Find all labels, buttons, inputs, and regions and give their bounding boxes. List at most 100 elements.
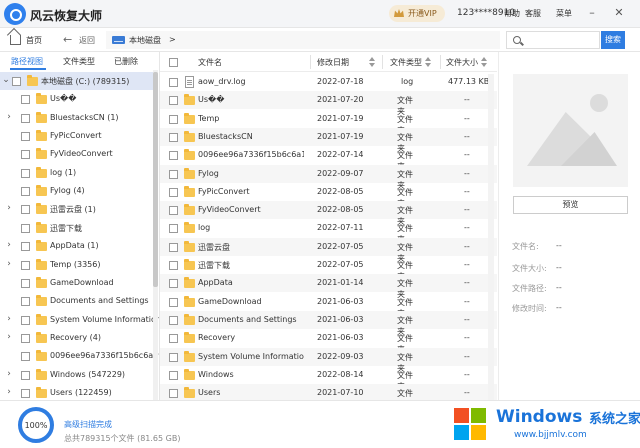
tab-deleted[interactable]: 已删除 <box>114 56 138 67</box>
back-button[interactable]: ← 返回 <box>63 34 103 48</box>
row-checkbox[interactable] <box>169 297 178 307</box>
tree-item[interactable]: › Recovery (4) <box>0 329 158 347</box>
row-checkbox[interactable] <box>169 114 178 124</box>
row-checkbox[interactable] <box>169 206 178 216</box>
file-row[interactable]: GameDownload2021-06-03文件夹-- <box>160 293 497 318</box>
row-checkbox[interactable] <box>169 132 178 142</box>
column-type[interactable]: 文件类型 <box>390 57 422 68</box>
row-checkbox[interactable] <box>169 334 178 344</box>
tree-item[interactable]: 0096ee96a7336f15b6c6a1938 <box>0 347 159 365</box>
tree-checkbox[interactable] <box>21 242 30 252</box>
search-button[interactable]: 搜索 <box>601 31 625 49</box>
tree-item[interactable]: › BluestacksCN (1) <box>0 109 158 127</box>
row-checkbox[interactable] <box>169 352 178 362</box>
help-link[interactable]: 帮助 <box>504 8 520 19</box>
row-checkbox[interactable] <box>169 151 178 161</box>
breadcrumb-item[interactable]: 本地磁盘 <box>129 35 161 46</box>
tree-item[interactable]: GameDownload <box>0 274 158 292</box>
tree-item[interactable]: › 迅雷云盘 (1) <box>0 200 158 218</box>
expand-arrow-icon[interactable]: › <box>5 314 13 324</box>
file-row[interactable]: BluestacksCN 2021-07-19 文件夹 -- <box>160 127 497 153</box>
tree-item[interactable]: FyVideoConvert <box>0 145 158 163</box>
row-checkbox[interactable] <box>169 389 178 399</box>
row-checkbox[interactable] <box>169 279 178 289</box>
tree-item[interactable]: Us�� <box>0 90 158 108</box>
vip-button[interactable]: 开通VIP <box>389 5 445 22</box>
tree-item[interactable]: › Windows (547229) <box>0 366 158 384</box>
tree-checkbox[interactable] <box>21 370 30 380</box>
file-row[interactable]: Temp2021-07-19文件夹-- <box>160 110 497 135</box>
tree-item[interactable]: FyPicConvert <box>0 127 158 145</box>
tree-item[interactable]: › System Volume Information ( <box>0 311 159 329</box>
sort-size-icon[interactable] <box>480 57 487 67</box>
file-list-scrollbar[interactable] <box>488 74 494 400</box>
row-checkbox[interactable] <box>169 242 178 252</box>
tree-checkbox[interactable] <box>21 315 30 325</box>
select-all-checkbox[interactable] <box>169 58 178 67</box>
tree-item[interactable]: › Temp (3356) <box>0 256 158 274</box>
tree-scrollbar-thumb[interactable] <box>153 72 158 287</box>
tree-item-drive[interactable]: ⌄ 本地磁盘 (C:) (789315) <box>0 72 158 90</box>
tree-item[interactable]: 迅雷下载 <box>0 219 158 237</box>
expand-arrow-icon[interactable]: › <box>5 369 13 379</box>
expand-arrow-icon[interactable]: › <box>5 259 13 269</box>
tree-item[interactable]: › Users (122459) <box>0 384 158 400</box>
file-row[interactable]: Windows2022-08-14文件夹-- <box>160 366 497 391</box>
tree-checkbox[interactable] <box>21 223 30 233</box>
file-row[interactable]: Fylog 2022-09-07 文件夹 -- <box>160 164 497 190</box>
column-name[interactable]: 文件名 <box>198 57 222 68</box>
menu-link[interactable]: 菜单 <box>556 8 572 19</box>
row-checkbox[interactable] <box>169 78 178 87</box>
sort-type-icon[interactable] <box>424 57 431 67</box>
file-row[interactable]: Documents and Settings 2021-06-03 文件夹 -- <box>160 310 497 336</box>
file-row[interactable]: AppData 2021-01-14 文件夹 -- <box>160 274 497 299</box>
expand-arrow-icon[interactable]: ⌄ <box>2 75 10 85</box>
row-checkbox[interactable] <box>169 370 178 380</box>
tree-item[interactable]: Fylog (4) <box>0 182 158 200</box>
file-row[interactable]: 迅雷下载2022-07-05文件夹-- <box>160 256 497 281</box>
file-row[interactable]: 迅雷云盘 2022-07-05 文件夹 -- <box>160 237 497 263</box>
file-row[interactable]: Users 2021-07-10 文件夹 -- <box>160 384 497 400</box>
home-button[interactable]: 首页 <box>10 34 50 48</box>
search-input[interactable] <box>527 33 597 47</box>
tab-path-view[interactable]: 路径视图 <box>11 56 43 67</box>
expand-arrow-icon[interactable]: › <box>5 332 13 342</box>
tree-checkbox[interactable] <box>21 95 30 105</box>
tree-checkbox[interactable] <box>21 388 30 398</box>
preview-button[interactable]: 预览 <box>513 196 628 214</box>
expand-arrow-icon[interactable]: › <box>5 387 13 397</box>
tree-checkbox[interactable] <box>12 77 21 86</box>
tree-checkbox[interactable] <box>21 132 30 142</box>
tree-checkbox[interactable] <box>21 352 30 362</box>
tree-checkbox[interactable] <box>21 260 30 270</box>
row-checkbox[interactable] <box>169 261 178 270</box>
tree-item[interactable]: › AppData (1) <box>0 237 158 255</box>
row-checkbox[interactable] <box>169 187 178 197</box>
expand-arrow-icon[interactable]: › <box>5 112 13 122</box>
file-row[interactable]: FyVideoConvert 2022-08-05 文件夹 -- <box>160 201 497 226</box>
tree-checkbox[interactable] <box>21 278 30 288</box>
tree-checkbox[interactable] <box>21 168 30 178</box>
file-row[interactable]: aow_drv.log 2022-07-18 log 477.13 KB <box>160 73 497 91</box>
file-row[interactable]: System Volume Information 2022-09-03 文件夹 -- <box>160 347 497 373</box>
tree-item[interactable]: Documents and Settings <box>0 292 158 310</box>
tree-checkbox[interactable] <box>21 187 30 197</box>
column-size[interactable]: 文件大小 <box>446 57 478 68</box>
close-icon[interactable]: ✕ <box>612 6 626 20</box>
expand-arrow-icon[interactable]: › <box>5 203 13 213</box>
tree-checkbox[interactable] <box>21 205 30 215</box>
tree-item[interactable]: log (1) <box>0 164 158 182</box>
file-row[interactable]: log2022-07-11文件夹-- <box>160 219 497 244</box>
file-row[interactable]: 0096ee96a7336f15b6c6a1...2022-07-14文件夹-- <box>160 146 497 171</box>
tree-checkbox[interactable] <box>21 150 30 160</box>
expand-arrow-icon[interactable]: › <box>5 240 13 250</box>
file-row[interactable]: FyPicConvert2022-08-05文件夹-- <box>160 183 497 208</box>
file-row[interactable]: Us�� 2021-07-20 文件夹 -- <box>160 91 497 116</box>
tab-file-type[interactable]: 文件类型 <box>63 56 95 67</box>
file-row[interactable]: Recovery2021-06-03文件夹-- <box>160 329 497 354</box>
sort-date-icon[interactable] <box>368 57 375 67</box>
row-checkbox[interactable] <box>169 224 178 234</box>
tree-checkbox[interactable] <box>21 113 30 123</box>
minimize-icon[interactable]: – <box>585 6 599 20</box>
column-date[interactable]: 修改日期 <box>317 57 349 68</box>
